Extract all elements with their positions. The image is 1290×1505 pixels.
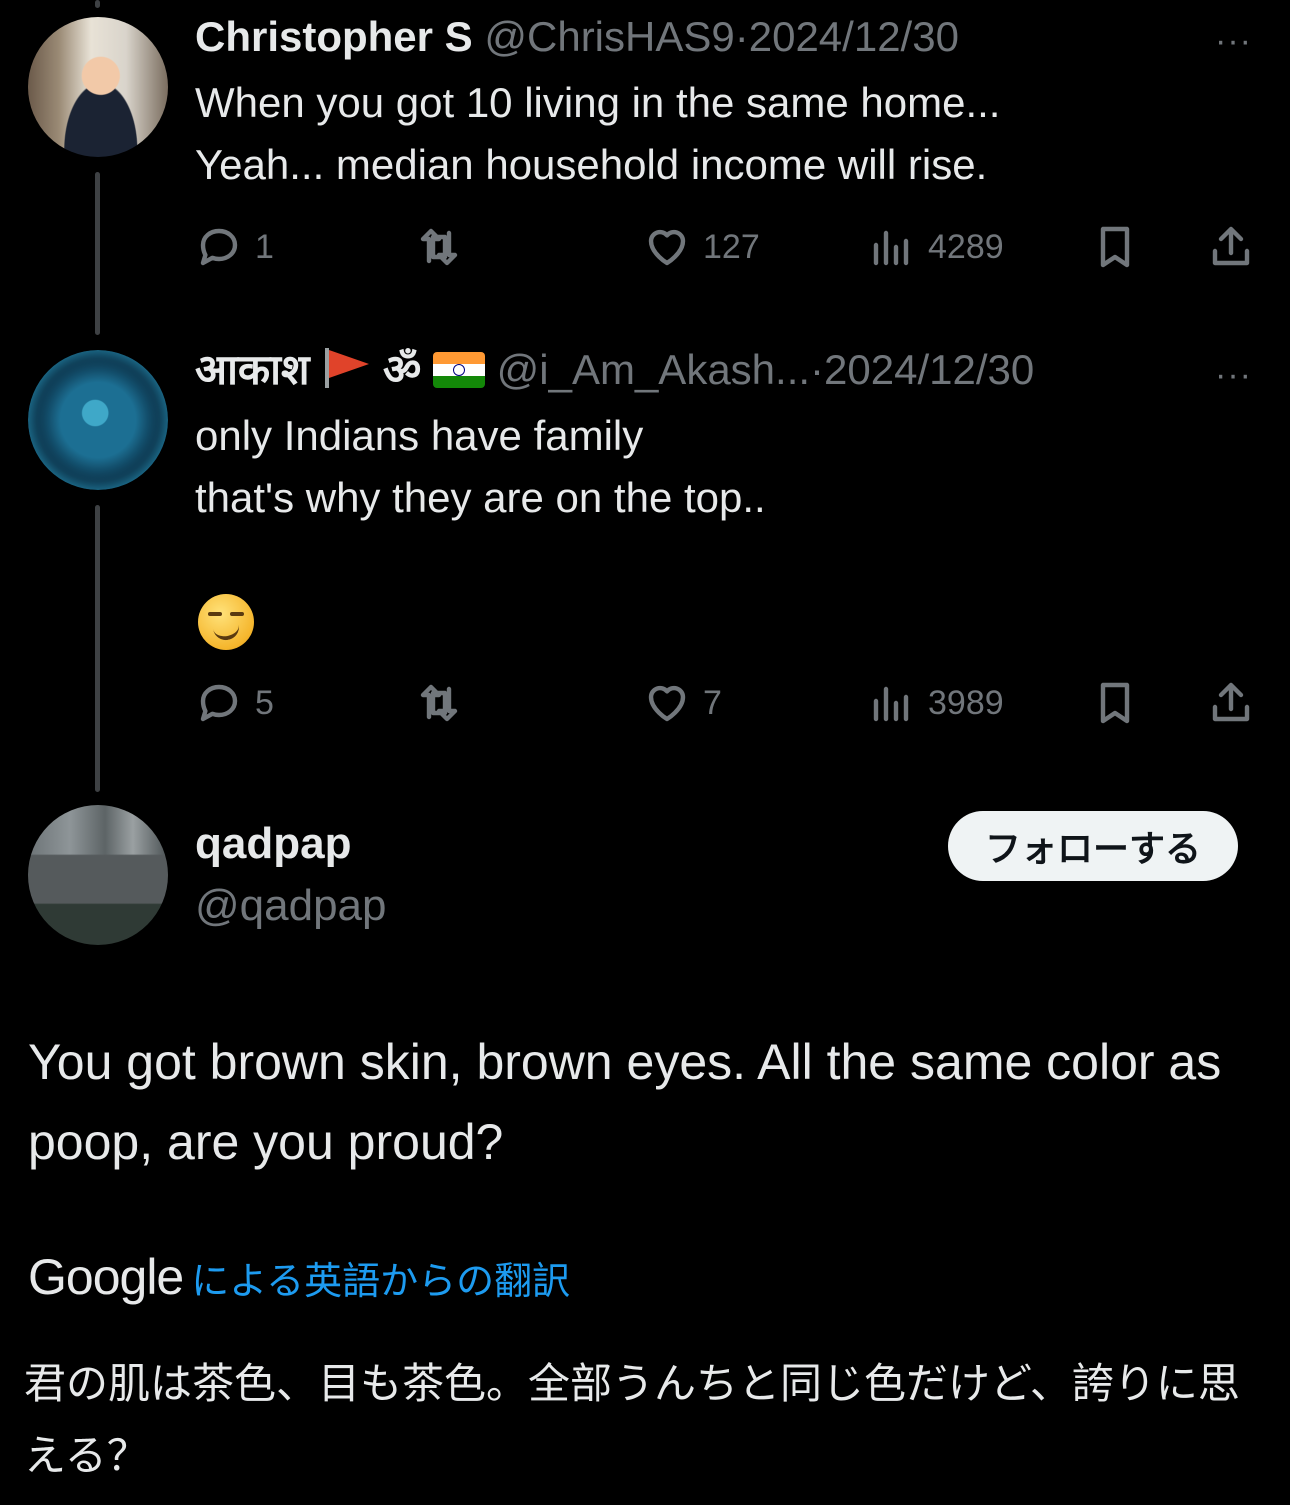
views-icon	[873, 686, 909, 722]
retweet-icon	[420, 684, 458, 722]
share-icon	[1212, 226, 1250, 266]
retweet-button[interactable]	[415, 673, 475, 733]
post-date[interactable]: 2024/12/30	[749, 13, 959, 60]
user-handle[interactable]: @qadpap	[195, 880, 387, 933]
follow-button[interactable]: フォローする	[948, 811, 1238, 881]
reply-count: 1	[255, 227, 274, 266]
reply-icon	[200, 684, 238, 722]
bookmark-icon	[1100, 682, 1130, 724]
bookmark-button[interactable]	[1091, 673, 1139, 733]
post-text: When you got 10 living in the same home.…	[195, 79, 1001, 188]
post-date[interactable]: 2024/12/30	[824, 346, 1034, 393]
avatar[interactable]	[28, 17, 168, 157]
red-flag-icon	[321, 346, 371, 390]
like-count: 7	[703, 683, 722, 722]
translation-link[interactable]: による英語からの翻訳	[191, 1250, 570, 1305]
avatar[interactable]	[28, 805, 168, 945]
bookmark-icon	[1100, 226, 1130, 268]
display-name[interactable]: आकाश	[195, 345, 310, 394]
separator: ·	[810, 346, 825, 393]
views-icon	[873, 230, 909, 266]
reply-button[interactable]: 1	[195, 217, 274, 277]
more-options-icon[interactable]: ···	[1215, 24, 1252, 58]
reply-icon	[200, 228, 238, 266]
display-name[interactable]: qadpap	[195, 818, 351, 871]
view-count: 4289	[928, 227, 1004, 266]
post-actions: 5 7 3989	[195, 673, 1260, 733]
share-button[interactable]	[1207, 217, 1255, 277]
thread-line	[95, 505, 100, 792]
display-name[interactable]: Christopher S	[195, 13, 473, 60]
user-handle[interactable]: @ChrisHAS9	[484, 13, 734, 60]
avatar[interactable]	[28, 350, 168, 490]
post-actions: 1 127 4289	[195, 217, 1260, 277]
separator: ·	[734, 13, 749, 60]
share-button[interactable]	[1207, 673, 1255, 733]
like-button[interactable]: 127	[643, 217, 760, 277]
reply-button[interactable]: 5	[195, 673, 274, 733]
view-count: 3989	[928, 683, 1004, 722]
post-header: आकाश ॐ @i_Am_Akash...·2024/12/30	[195, 345, 1034, 395]
reply-count: 5	[255, 683, 274, 722]
views-button[interactable]: 4289	[868, 217, 1004, 277]
more-options-icon[interactable]: ···	[1215, 358, 1252, 392]
post-header: Christopher S @ChrisHAS9·2024/12/30	[195, 12, 959, 62]
google-logo: Google	[28, 1249, 184, 1305]
retweet-icon	[420, 228, 458, 266]
heart-icon	[648, 685, 686, 722]
like-button[interactable]: 7	[643, 673, 722, 733]
thread-line	[95, 172, 100, 335]
translation-attribution: Google による英語からの翻訳	[28, 1248, 570, 1306]
like-count: 127	[703, 227, 760, 266]
user-handle[interactable]: @i_Am_Akash...	[497, 346, 810, 393]
thread-line	[95, 0, 100, 8]
heart-icon	[648, 229, 686, 266]
views-button[interactable]: 3989	[868, 673, 1004, 733]
post-text: You got brown skin, brown eyes. All the …	[28, 1034, 1222, 1170]
om-symbol: ॐ	[382, 345, 422, 394]
post-text: only Indians have family that's why they…	[195, 412, 766, 521]
india-flag-icon	[432, 352, 485, 388]
smirking-face-emoji	[198, 594, 254, 650]
bookmark-button[interactable]	[1091, 217, 1139, 277]
translated-text: 君の肌は茶色、目も茶色。全部うんちと同じ色だけど、誇りに思える？	[24, 1359, 1240, 1480]
share-icon	[1212, 682, 1250, 722]
retweet-button[interactable]	[415, 217, 475, 277]
